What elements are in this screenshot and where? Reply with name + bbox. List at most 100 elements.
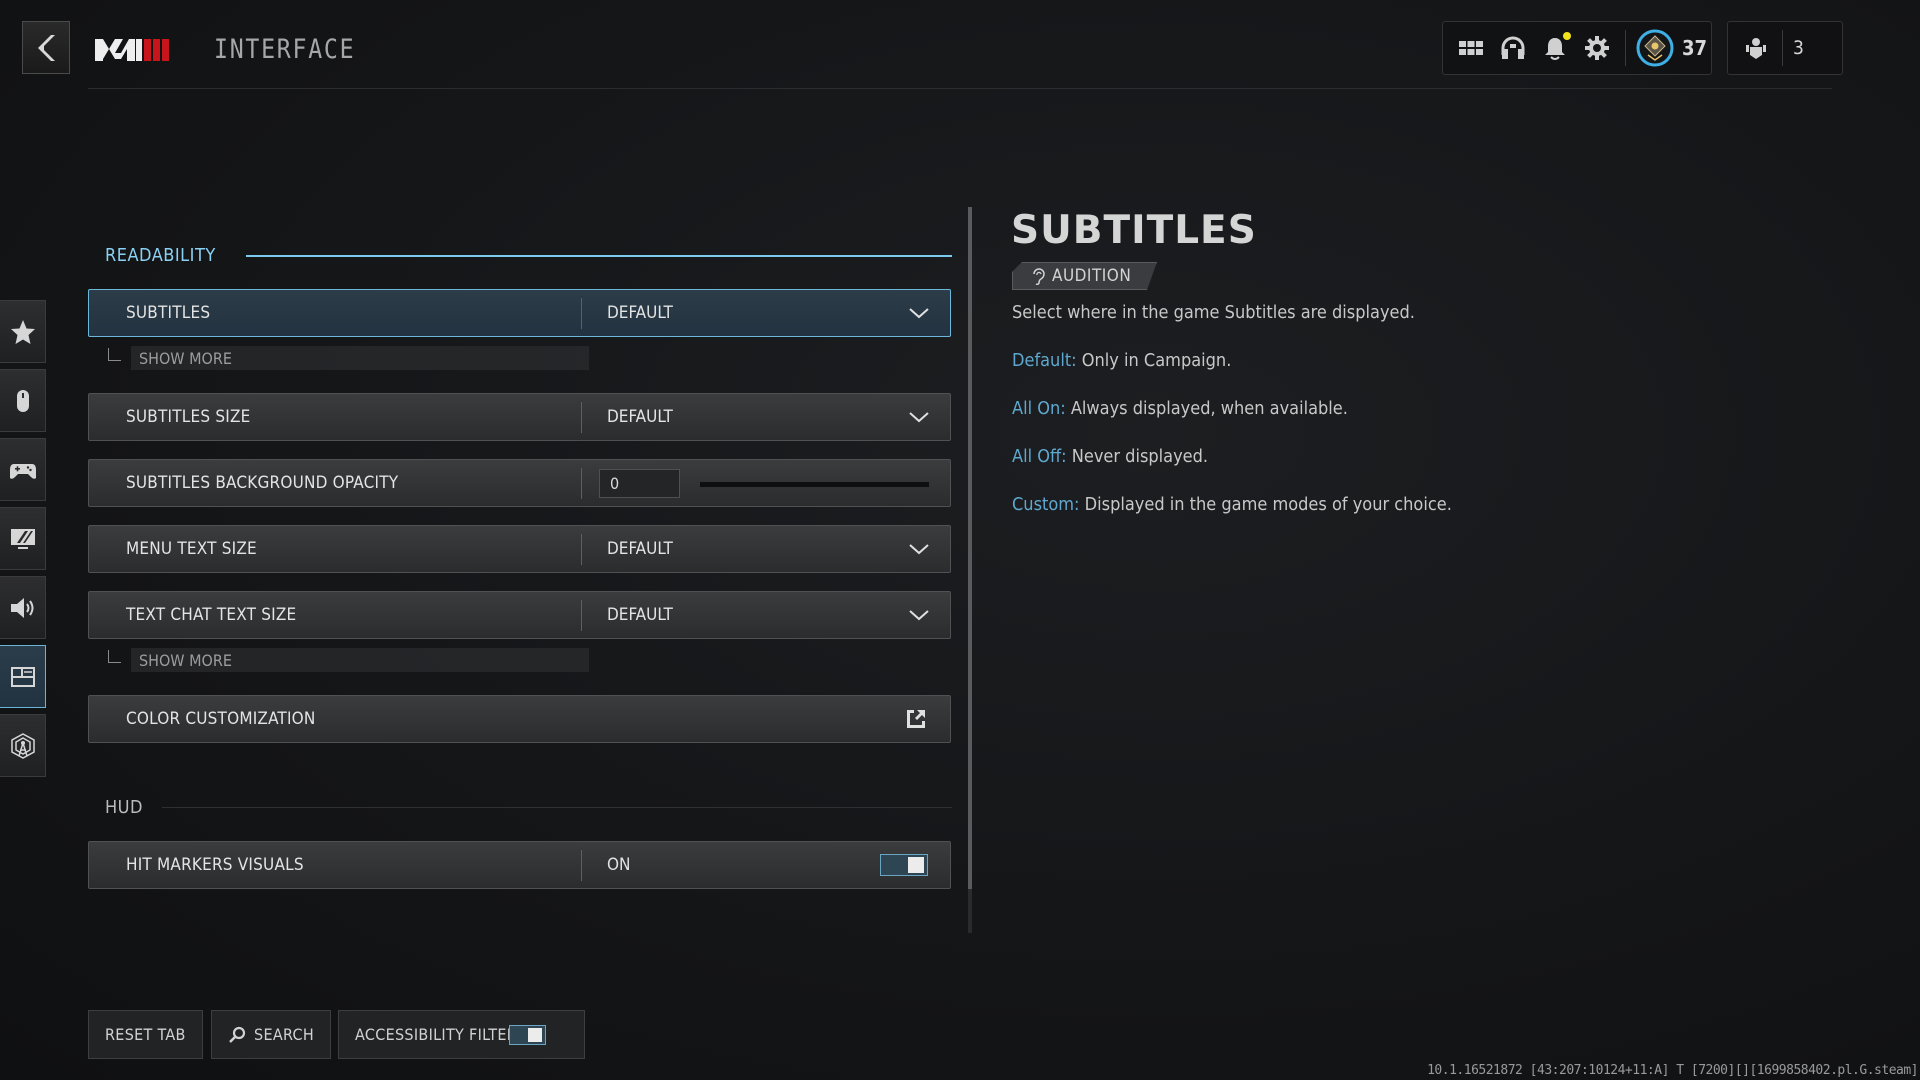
setting-row-menu-text-size[interactable]: MENU TEXT SIZE DEFAULT bbox=[88, 525, 951, 573]
detail-description: Select where in the game Subtitles are d… bbox=[1012, 302, 1415, 323]
tree-corner bbox=[108, 347, 121, 361]
rank-badge[interactable] bbox=[1636, 29, 1674, 67]
settings-category-nav bbox=[0, 300, 46, 783]
setting-label: SUBTITLES SIZE bbox=[126, 407, 251, 427]
show-more-button[interactable]: SHOW MORE bbox=[131, 648, 589, 672]
party-icon bbox=[1746, 38, 1766, 59]
notifications-button[interactable] bbox=[1541, 32, 1571, 62]
nav-item-network[interactable] bbox=[0, 714, 46, 777]
nav-item-favorites[interactable] bbox=[0, 300, 46, 363]
nav-item-audio[interactable] bbox=[0, 576, 46, 639]
detail-option: All Off: Never displayed. bbox=[1012, 446, 1208, 467]
mw3-logo-icon bbox=[95, 39, 169, 61]
setting-row-subtitles-bg-opacity[interactable]: SUBTITLES BACKGROUND OPACITY 0 bbox=[88, 459, 951, 507]
reset-tab-label: RESET TAB bbox=[105, 1025, 186, 1044]
tag-label: AUDITION bbox=[1052, 266, 1132, 286]
nav-item-interface[interactable] bbox=[0, 645, 46, 708]
scrollbar-thumb[interactable] bbox=[968, 207, 972, 889]
back-button[interactable] bbox=[22, 21, 70, 74]
mouse-icon bbox=[16, 389, 29, 412]
row-divider bbox=[581, 534, 582, 565]
setting-label: TEXT CHAT TEXT SIZE bbox=[126, 605, 297, 625]
show-more-label: SHOW MORE bbox=[139, 348, 232, 368]
show-more-subtitles[interactable]: SHOW MORE bbox=[108, 346, 589, 370]
accessibility-filter-toggle[interactable] bbox=[509, 1024, 547, 1045]
row-divider bbox=[581, 600, 582, 631]
top-hud-bar: 37 bbox=[1442, 21, 1712, 75]
chevron-down-icon[interactable] bbox=[908, 306, 930, 320]
opacity-value-input[interactable]: 0 bbox=[599, 469, 680, 498]
chevron-down-icon[interactable] bbox=[908, 608, 930, 622]
show-more-button[interactable]: SHOW MORE bbox=[131, 346, 589, 370]
option-key: Default: bbox=[1012, 350, 1077, 371]
party-button[interactable] bbox=[1742, 34, 1770, 62]
build-version: 10.1.16521872 [43:207:10124+11:A] T [720… bbox=[1427, 1063, 1918, 1078]
grid-menu-button[interactable] bbox=[1457, 34, 1485, 62]
row-divider bbox=[581, 402, 582, 433]
option-key: All Off: bbox=[1012, 446, 1067, 467]
network-icon bbox=[10, 732, 35, 759]
search-button[interactable]: SEARCH bbox=[211, 1010, 331, 1059]
setting-label: SUBTITLES bbox=[126, 303, 211, 323]
dropdown-value[interactable]: DEFAULT bbox=[607, 303, 673, 323]
row-divider bbox=[581, 850, 582, 881]
headset-button[interactable] bbox=[1499, 34, 1527, 62]
grid-menu-icon bbox=[1459, 41, 1483, 55]
external-link-icon bbox=[907, 710, 925, 728]
ear-icon bbox=[1031, 267, 1045, 285]
setting-row-text-chat-size[interactable]: TEXT CHAT TEXT SIZE DEFAULT bbox=[88, 591, 951, 639]
row-divider bbox=[581, 298, 582, 329]
game-logo bbox=[95, 36, 195, 62]
party-separator bbox=[1782, 30, 1783, 66]
setting-row-subtitles[interactable]: SUBTITLES DEFAULT bbox=[88, 289, 951, 337]
toggle-knob bbox=[528, 1027, 543, 1042]
search-label: SEARCH bbox=[254, 1025, 314, 1044]
setting-row-color-customization[interactable]: COLOR CUSTOMIZATION bbox=[88, 695, 951, 743]
option-key: Custom: bbox=[1012, 494, 1080, 515]
option-text: Never displayed. bbox=[1071, 446, 1209, 467]
rank-level: 37 bbox=[1682, 36, 1708, 60]
dropdown-value[interactable]: DEFAULT bbox=[607, 605, 673, 625]
setting-row-subtitles-size[interactable]: SUBTITLES SIZE DEFAULT bbox=[88, 393, 951, 441]
section-hud: HUD bbox=[105, 797, 143, 818]
rank-icon bbox=[1636, 29, 1674, 67]
speaker-icon bbox=[10, 597, 33, 618]
notification-dot bbox=[1563, 32, 1571, 40]
nav-item-graphics[interactable] bbox=[0, 507, 46, 570]
section-title: HUD bbox=[105, 797, 144, 818]
section-rule bbox=[162, 807, 952, 808]
reset-tab-button[interactable]: RESET TAB bbox=[88, 1010, 203, 1059]
tree-corner bbox=[108, 649, 121, 663]
toggle-knob bbox=[908, 857, 924, 873]
accessibility-filter-button[interactable]: ACCESSIBILITY FILTER bbox=[338, 1010, 586, 1059]
interface-icon bbox=[10, 666, 35, 687]
row-divider bbox=[581, 468, 582, 499]
setting-label: COLOR CUSTOMIZATION bbox=[126, 709, 316, 729]
chevron-down-icon[interactable] bbox=[908, 410, 930, 424]
show-more-text-chat[interactable]: SHOW MORE bbox=[108, 648, 589, 672]
chevron-down-icon[interactable] bbox=[908, 542, 930, 556]
section-title: READABILITY bbox=[105, 245, 216, 266]
hit-markers-toggle[interactable] bbox=[880, 854, 928, 876]
page-title: INTERFACE bbox=[214, 34, 356, 65]
accessibility-filter-label: ACCESSIBILITY FILTER bbox=[355, 1025, 518, 1044]
setting-row-hit-markers[interactable]: HIT MARKERS VISUALS ON bbox=[88, 841, 951, 889]
opacity-slider[interactable] bbox=[700, 482, 929, 487]
hud-separator bbox=[1625, 30, 1626, 66]
setting-label: HIT MARKERS VISUALS bbox=[126, 855, 304, 875]
dropdown-value[interactable]: DEFAULT bbox=[607, 539, 673, 559]
section-rule bbox=[246, 255, 952, 257]
settings-button[interactable] bbox=[1583, 34, 1611, 62]
dropdown-value[interactable]: DEFAULT bbox=[607, 407, 673, 427]
party-box[interactable]: 3 bbox=[1727, 21, 1843, 75]
nav-item-controller[interactable] bbox=[0, 438, 46, 501]
back-arrow-icon bbox=[38, 34, 55, 61]
section-readability: READABILITY bbox=[105, 245, 216, 266]
option-text: Always displayed, when available. bbox=[1070, 398, 1348, 419]
display-icon bbox=[10, 528, 35, 549]
option-text: Displayed in the game modes of your choi… bbox=[1084, 494, 1452, 515]
detail-option: Custom: Displayed in the game modes of y… bbox=[1012, 494, 1452, 515]
nav-item-mouse[interactable] bbox=[0, 369, 46, 432]
search-icon bbox=[229, 1026, 246, 1043]
detail-option: All On: Always displayed, when available… bbox=[1012, 398, 1348, 419]
